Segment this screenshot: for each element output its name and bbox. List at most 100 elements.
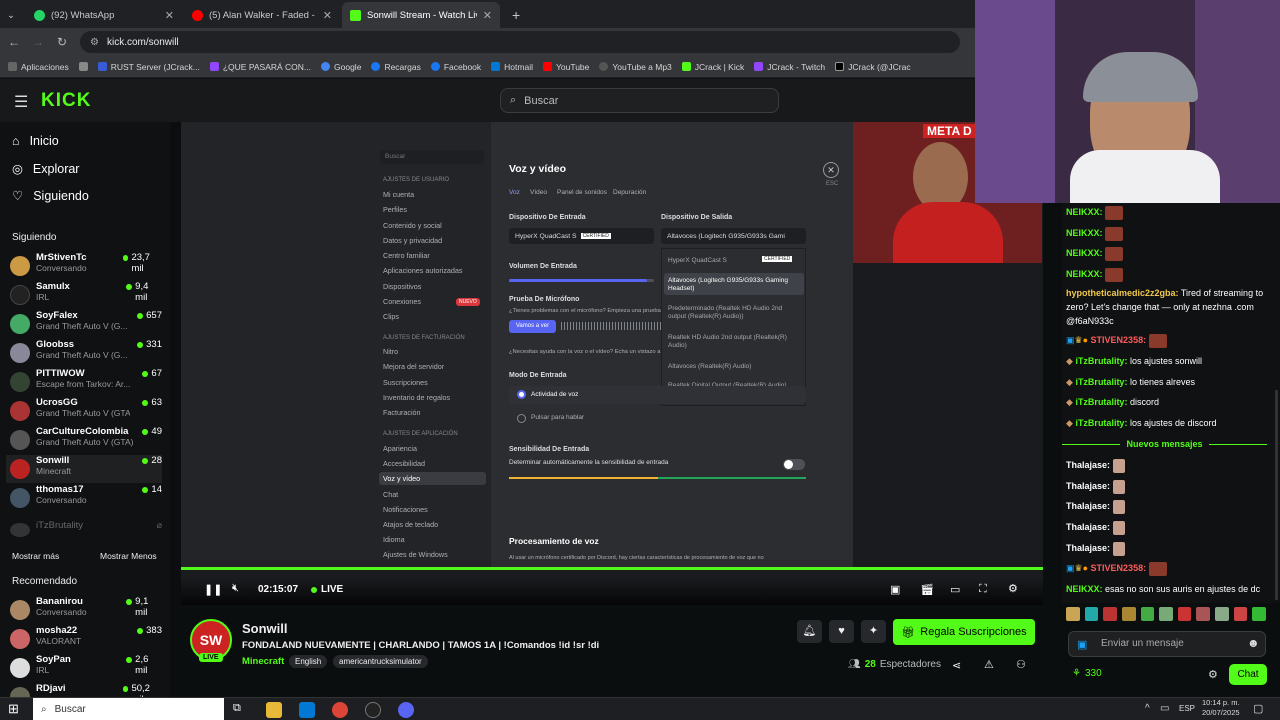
emote-icon[interactable] [1084, 607, 1099, 621]
emote-icon[interactable] [1159, 607, 1173, 621]
stream-category[interactable]: Minecraft [242, 656, 284, 667]
gift-subs-button[interactable]: 🎁︎ Regala Suscripciones [893, 619, 1035, 645]
sidebar-channel[interactable]: RDjavi50,2 mil [10, 683, 162, 697]
tab-whatsapp[interactable]: (92) WhatsApp ✕ [26, 2, 182, 28]
bookmark-item[interactable]: RUST Server (JCrack... [97, 62, 200, 72]
menu-icon[interactable]: ☰ [14, 92, 28, 112]
channel-name[interactable]: Sonwill [242, 621, 288, 636]
tag-chip[interactable]: americantrucksimulator [333, 655, 428, 668]
back-icon[interactable]: ← [4, 35, 24, 49]
report-icon[interactable]: ⚠ [984, 658, 994, 671]
emoji-icon[interactable]: ☻ [1247, 636, 1260, 650]
emote-icon[interactable] [1121, 607, 1136, 621]
outlook-icon[interactable] [299, 702, 315, 718]
site-info-icon[interactable]: ⚙ [90, 37, 99, 48]
chat-scrollbar[interactable] [1275, 390, 1278, 600]
search-input[interactable]: ⌕ Buscar [500, 88, 779, 113]
playback-progress[interactable] [181, 567, 1043, 570]
obs-icon[interactable] [365, 702, 381, 718]
chat-input[interactable]: ▣ Enviar un mensaje ☻ [1068, 631, 1266, 657]
sidebar-channel[interactable]: UcrosGG Grand Theft Auto V (GTA) 63 [10, 397, 162, 425]
sidebar-channel[interactable]: mosha22 VALORANT 383 [10, 625, 162, 653]
emote-icon [1112, 458, 1125, 473]
pause-icon[interactable]: ❚❚ [204, 583, 222, 596]
sparkle-icon[interactable]: ✦ [861, 620, 886, 643]
tab-kick[interactable]: Sonwill Stream - Watch Live on✕ [342, 2, 500, 28]
fullscreen-icon[interactable]: ⛶ [979, 583, 987, 596]
pip-icon[interactable]: ▣ [890, 583, 900, 596]
close-icon[interactable]: ✕ [165, 9, 174, 22]
settings-gear-icon[interactable]: ⚙ [1008, 582, 1018, 595]
network-icon[interactable]: ▭ [1160, 703, 1169, 714]
forward-icon[interactable]: → [28, 35, 48, 49]
sidebar-channel[interactable]: Gloobss Grand Theft Auto V (G... 331 [10, 339, 162, 367]
chat-send-button[interactable]: Chat [1229, 664, 1267, 685]
emote-icon[interactable] [1196, 607, 1211, 621]
emote-icon[interactable] [1103, 607, 1117, 621]
nav-following[interactable]: ♡ Siguiendo [12, 188, 89, 204]
sidebar-channel[interactable]: PITTIWOW Escape from Tarkov: Ar... 67 [10, 368, 162, 396]
kick-logo[interactable]: KICK [41, 90, 91, 112]
reload-icon[interactable]: ↻ [52, 35, 72, 49]
bookmark-item[interactable]: Recargas [371, 62, 421, 72]
sidebar-channel[interactable]: SoyFalex Grand Theft Auto V (G... 657 [10, 310, 162, 338]
channel-points[interactable]: ⚘ 330 [1072, 668, 1102, 679]
task-view-icon[interactable]: ⧉ [233, 702, 249, 718]
bookmark-item[interactable]: Facebook [430, 62, 481, 72]
notification-icon[interactable]: ▢ [1253, 702, 1263, 715]
emote-icon[interactable] [1140, 607, 1155, 621]
taskbar-search[interactable]: ⌕ Buscar [33, 698, 224, 720]
url-field[interactable]: ⚙ kick.com/sonwill [80, 31, 960, 53]
tab-list-button[interactable]: ⌄ [0, 2, 22, 28]
tab-youtube[interactable]: (5) Alan Walker - Faded - YouTu✕ [184, 2, 340, 28]
nav-explore[interactable]: ◎ Explorar [12, 161, 79, 177]
emote-icon[interactable] [1215, 607, 1229, 621]
user-add-icon[interactable]: ⚇ [1016, 658, 1026, 671]
windows-start-icon[interactable]: ⊞ [8, 701, 19, 717]
emote-icon[interactable] [1066, 607, 1080, 621]
emote-icon[interactable] [1177, 607, 1192, 621]
show-more-button[interactable]: Mostrar más [12, 551, 59, 561]
bookmark-item[interactable]: Google [321, 62, 361, 72]
show-less-button[interactable]: Mostrar Menos [100, 551, 157, 561]
bookmark-item[interactable]: JCrack - Twitch [754, 62, 825, 72]
file-explorer-icon[interactable] [266, 702, 282, 718]
bookmark-item[interactable]: Hotmail [491, 62, 533, 72]
close-icon[interactable]: ✕ [483, 9, 492, 22]
heart-icon[interactable]: ♥ [829, 620, 854, 643]
sidebar-channel[interactable]: MrStivenTc Conversando 23,7 mil [10, 252, 162, 280]
discord-icon[interactable] [398, 702, 414, 718]
sidebar-channel[interactable]: tthomas17 Conversando 14 [10, 484, 162, 512]
bookmark-item[interactable]: JCrack (@JCrac [835, 62, 911, 72]
clip-icon[interactable]: 🎬︎ [920, 583, 934, 596]
bookmark-item[interactable] [78, 62, 88, 71]
sidebar-channel[interactable]: CarCultureColombia Grand Theft Auto V (GT… [10, 426, 162, 454]
sidebar-channel[interactable]: Samulx IRL 9,4 mil [10, 281, 162, 309]
sidebar-channel-offline[interactable]: iTzBrutality ⌀ [10, 520, 162, 548]
bookmark-item[interactable]: ¿QUE PASARÁ CON... [209, 62, 311, 72]
sidebar-channel[interactable]: SoyPan IRL 2,6 mil [10, 654, 162, 682]
tray-chevron-icon[interactable]: ^ [1145, 703, 1150, 714]
share-icon[interactable]: ⋖ [952, 659, 961, 672]
bookmark-item[interactable]: YouTube [542, 62, 589, 72]
new-tab-button[interactable]: + [504, 2, 524, 28]
sidebar-channel[interactable]: Bananirou Conversando 9,1 mil [10, 596, 162, 624]
chrome-icon[interactable] [332, 702, 348, 718]
viewer-count: 👥︎ 28 Espectadores [848, 659, 941, 670]
bell-icon[interactable]: 🔔︎ [797, 620, 822, 643]
close-icon[interactable]: ✕ [323, 9, 332, 22]
bookmark-item[interactable]: Aplicaciones [8, 62, 69, 72]
bookmark-item[interactable]: JCrack | Kick [681, 62, 744, 72]
nav-home[interactable]: ⌂ Inicio [12, 134, 59, 148]
theater-icon[interactable]: ▭ [950, 583, 960, 596]
chat-settings-icon[interactable]: ⚙ [1208, 668, 1218, 681]
badge-icon: ▣ [1066, 335, 1075, 345]
chat-message: NEIKXX: [1066, 267, 1271, 282]
tag-chip[interactable]: English [289, 655, 328, 668]
emote-icon[interactable] [1233, 607, 1248, 621]
emote-icon[interactable] [1252, 607, 1267, 621]
mute-icon[interactable]: 🔇︎ [232, 582, 239, 595]
sidebar-channel-active[interactable]: Sonwill Minecraft 28 [6, 455, 162, 483]
clock[interactable]: 10:14 p. m. 20/07/2025 [1202, 698, 1240, 718]
bookmark-item[interactable]: YouTube a Mp3 [599, 62, 672, 72]
